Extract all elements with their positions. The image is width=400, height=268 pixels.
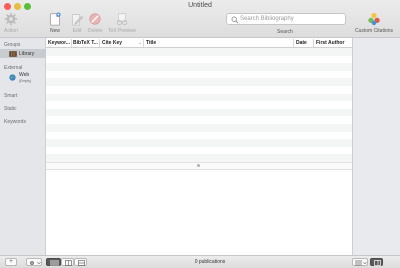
list-view-icon — [50, 260, 59, 266]
list-options-icon — [355, 260, 362, 266]
table-row[interactable] — [46, 154, 352, 162]
table-row[interactable] — [46, 108, 352, 117]
column-header-title[interactable]: Title — [146, 40, 156, 46]
sort-ascending-icon: ^ — [139, 41, 141, 46]
search-label: Search — [277, 29, 293, 35]
add-group-button[interactable]: + — [5, 258, 17, 266]
edit-label: Edit — [72, 28, 82, 34]
divider-handle-icon — [197, 164, 200, 167]
column-header-first-author[interactable]: First Author — [316, 40, 344, 46]
new-label: New — [49, 28, 60, 34]
search-icon — [231, 16, 239, 24]
gear-menu-button[interactable] — [26, 258, 42, 266]
toolbar: Untitled Action New Edit Delete TeX Prev… — [0, 0, 400, 38]
gear-icon — [4, 12, 18, 26]
column-header-cite-key[interactable]: Cite Key — [102, 40, 122, 46]
side-preview-panel — [352, 38, 400, 255]
split-view-divider[interactable] — [46, 162, 352, 170]
preview-view-icon — [78, 260, 85, 266]
tex-preview-icon — [116, 13, 128, 26]
groups-header: Groups — [4, 42, 21, 48]
external-header: External — [4, 65, 23, 71]
window-title: Untitled — [188, 2, 212, 9]
new-button[interactable]: New — [48, 11, 62, 34]
column-separator — [143, 39, 144, 47]
view-options-button[interactable] — [352, 258, 368, 266]
chevron-down-icon — [363, 261, 367, 265]
delete-button[interactable]: Delete — [88, 11, 102, 34]
column-view-icon — [65, 260, 72, 266]
publication-count: 0 publications — [194, 259, 226, 265]
action-button[interactable]: Action — [4, 11, 18, 34]
column-separator — [99, 39, 100, 47]
tex-preview-button[interactable]: TeX Preview — [108, 11, 136, 34]
list-view-button[interactable] — [46, 258, 61, 266]
table-row[interactable] — [46, 147, 352, 155]
table-row[interactable] — [46, 86, 352, 94]
table-row[interactable] — [46, 71, 352, 79]
column-header-keywords[interactable]: Keywor... — [48, 40, 70, 46]
search-field[interactable]: Search Bibliography — [226, 13, 346, 25]
search-placeholder: Search Bibliography — [240, 16, 294, 22]
table-rows — [46, 48, 352, 162]
table-row[interactable] — [46, 124, 352, 132]
table-row[interactable] — [46, 101, 352, 109]
edit-button[interactable]: Edit — [70, 11, 84, 34]
preview-pane — [46, 170, 352, 255]
sidebar-item-web-status: (Empty) — [19, 79, 32, 83]
app-window: Untitled Action New Edit Delete TeX Prev… — [0, 0, 400, 268]
delete-label: Delete — [88, 28, 103, 34]
table-row[interactable] — [46, 116, 352, 124]
custom-citations-button[interactable]: Custom Citations — [352, 11, 396, 34]
chevron-down-icon — [37, 261, 41, 265]
custom-citations-label: Custom Citations — [354, 28, 394, 34]
sidebar-item-web[interactable]: Web — [19, 72, 29, 78]
static-header: Static — [4, 106, 17, 112]
smart-header: Smart — [4, 93, 18, 99]
column-separator — [313, 39, 314, 47]
column-view-button[interactable] — [61, 258, 74, 266]
publication-table: Keywor... BibTeX T... Cite Key ^ Title D… — [46, 38, 352, 255]
column-header-bibtex-type[interactable]: BibTeX T... — [73, 40, 98, 46]
column-separator — [293, 39, 294, 47]
web-globe-icon — [9, 74, 16, 81]
table-row[interactable] — [46, 132, 352, 140]
edit-icon — [72, 14, 84, 26]
table-row[interactable] — [46, 48, 352, 56]
column-separator — [71, 39, 72, 47]
status-bar: + 0 publications — [0, 255, 400, 268]
table-row[interactable] — [46, 56, 352, 64]
delete-icon — [89, 13, 101, 25]
new-document-icon — [50, 12, 61, 26]
groups-sidebar: Groups Library External Web (Empty) Smar… — [0, 38, 46, 255]
sidebar-item-library-label: Library — [19, 51, 35, 57]
custom-citations-icon — [368, 12, 380, 26]
table-header: Keywor... BibTeX T... Cite Key ^ Title D… — [46, 38, 352, 48]
table-row[interactable] — [46, 78, 352, 86]
sidebar-toggle-icon — [374, 260, 381, 266]
table-row[interactable] — [46, 93, 352, 102]
action-label: Action — [4, 28, 18, 34]
column-header-date[interactable]: Date — [296, 40, 307, 46]
table-row[interactable] — [46, 63, 352, 71]
library-icon — [9, 51, 17, 57]
gear-menu-icon — [30, 261, 34, 265]
table-row[interactable] — [46, 139, 352, 147]
sidebar-toggle-button[interactable] — [370, 258, 383, 266]
keywords-header: Keywords — [4, 119, 26, 125]
preview-view-button[interactable] — [74, 258, 87, 266]
tex-preview-label: TeX Preview — [108, 28, 136, 34]
